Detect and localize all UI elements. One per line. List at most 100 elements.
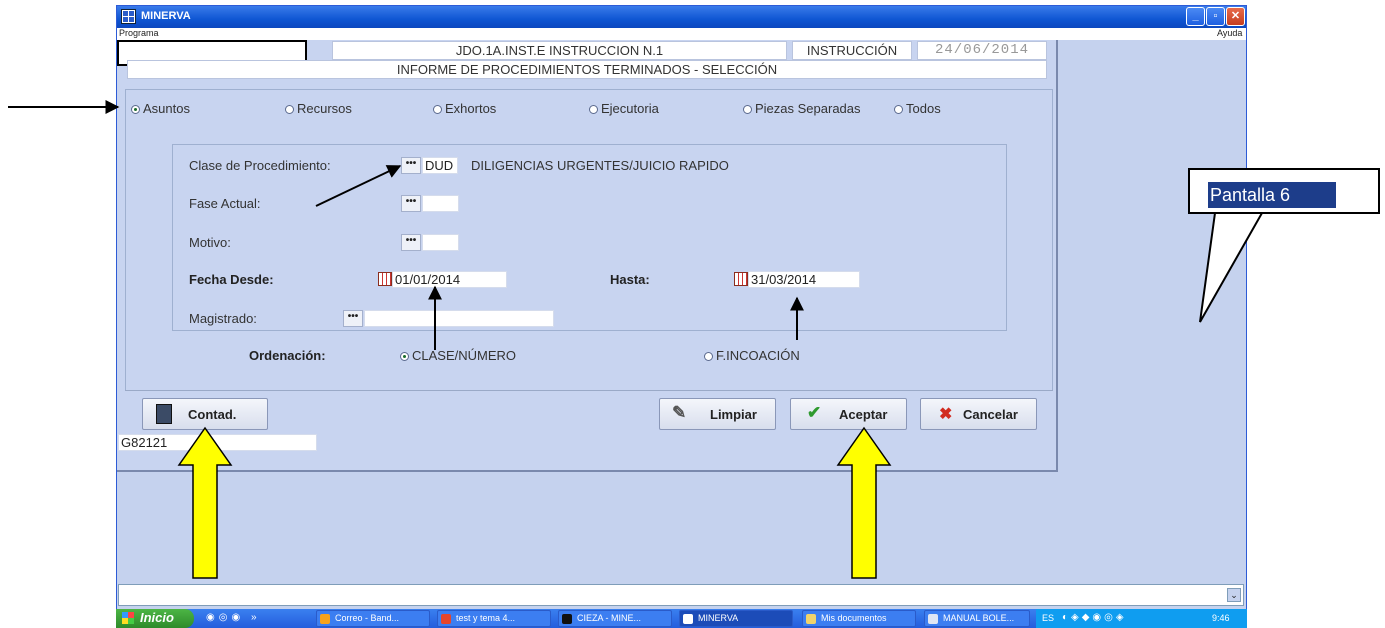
radio-dot	[400, 352, 409, 361]
menu-programa[interactable]: Programa	[119, 28, 159, 38]
task-test[interactable]: test y tema 4...	[437, 610, 551, 627]
radio-recursos[interactable]: Recursos	[285, 101, 352, 116]
report-title: INFORME DE PROCEDIMIENTOS TERMINADOS - S…	[127, 60, 1047, 79]
radio-ejecutoria-label: Ejecutoria	[601, 101, 659, 116]
clase-description: DILIGENCIAS URGENTES/JUICIO RAPIDO	[471, 158, 729, 173]
task-label: MANUAL BOLE...	[943, 613, 1015, 623]
close-button[interactable]: ✕	[1226, 7, 1245, 26]
radio-dot	[894, 105, 903, 114]
chevron-down-icon[interactable]: ⌄	[1227, 588, 1241, 602]
status-bar: ⌄	[118, 584, 1244, 606]
radio-dot	[704, 352, 713, 361]
task-label: test y tema 4...	[456, 613, 516, 623]
language-indicator[interactable]: ES	[1042, 613, 1054, 623]
calculator-icon	[156, 404, 172, 424]
quick-launch[interactable]: ◉◎◉ »	[206, 612, 266, 625]
radio-piezas-separadas[interactable]: Piezas Separadas	[743, 101, 861, 116]
cancel-x-icon: ✖	[939, 406, 953, 423]
clase-code-field[interactable]: DUD	[422, 157, 458, 174]
checkmark-icon: ✔	[807, 403, 822, 422]
windows-logo-icon	[122, 612, 134, 624]
radio-asuntos[interactable]: Asuntos	[131, 101, 190, 116]
limpiar-button[interactable]: ✎ Limpiar	[659, 398, 776, 430]
radio-dot	[131, 105, 140, 114]
radio-exhortos[interactable]: Exhortos	[433, 101, 496, 116]
minerva-window: MINERVA _ ▫ ✕ Programa Ayuda JDO.1A.INST…	[116, 5, 1247, 610]
limpiar-label: Limpiar	[710, 407, 757, 422]
task-label: Correo - Band...	[335, 613, 400, 623]
motivo-field[interactable]	[422, 234, 459, 251]
menu-ayuda[interactable]: Ayuda	[1217, 28, 1242, 38]
radio-exhortos-label: Exhortos	[445, 101, 497, 116]
mail-app-icon	[320, 614, 330, 624]
selection-dialog: JDO.1A.INST.E INSTRUCCION N.1 INSTRUCCIÓ…	[117, 40, 1058, 472]
minerva-app-icon	[121, 9, 136, 24]
system-tray: ES ◐◈◆◉◎◈ 9:46	[1036, 609, 1247, 628]
clase-lookup-button[interactable]: •••	[401, 157, 421, 174]
taskbar: Inicio ◉◎◉ » Correo - Band... test y tem…	[116, 609, 1247, 628]
broom-icon: ✎	[672, 403, 687, 422]
clase-label: Clase de Procedimiento:	[189, 158, 331, 173]
motivo-lookup-button[interactable]: •••	[401, 234, 421, 251]
document-icon	[928, 614, 938, 624]
cancelar-button[interactable]: ✖ Cancelar	[920, 398, 1037, 430]
user-code: G82121	[118, 434, 317, 451]
task-label: Mis documentos	[821, 613, 887, 623]
radio-dot	[589, 105, 598, 114]
radio-recursos-label: Recursos	[297, 101, 352, 116]
fase-lookup-button[interactable]: •••	[401, 195, 421, 212]
hasta-field[interactable]: 31/03/2014	[748, 271, 860, 288]
fecha-desde-label: Fecha Desde:	[189, 272, 274, 287]
title-bar[interactable]: MINERVA _ ▫ ✕	[117, 6, 1246, 28]
radio-dot	[743, 105, 752, 114]
task-label: CIEZA - MINE...	[577, 613, 642, 623]
aceptar-button[interactable]: ✔ Aceptar	[790, 398, 907, 430]
annotation-callout: Pantalla 6	[1188, 168, 1380, 214]
calendar-icon[interactable]	[734, 272, 748, 286]
task-minerva[interactable]: MINERVA	[679, 610, 793, 627]
folder-icon	[806, 614, 816, 624]
calendar-icon[interactable]	[378, 272, 392, 286]
radio-f-incoacion-label: F.INCOACIÓN	[716, 348, 800, 363]
radio-dot	[285, 105, 294, 114]
browser-icon	[441, 614, 451, 624]
cancelar-label: Cancelar	[963, 407, 1018, 422]
hasta-label: Hasta:	[610, 272, 650, 287]
radio-f-incoacion[interactable]: F.INCOACIÓN	[704, 348, 800, 363]
section-name: INSTRUCCIÓN	[792, 41, 912, 60]
header-date: 24/06/2014	[917, 41, 1047, 60]
fase-field[interactable]	[422, 195, 459, 212]
magistrado-field[interactable]	[364, 310, 554, 327]
court-name: JDO.1A.INST.E INSTRUCCION N.1	[332, 41, 787, 60]
task-cieza[interactable]: CIEZA - MINE...	[558, 610, 672, 627]
contad-button[interactable]: Contad.	[142, 398, 268, 430]
motivo-label: Motivo:	[189, 235, 231, 250]
fase-label: Fase Actual:	[189, 196, 261, 211]
contad-label: Contad.	[188, 407, 237, 422]
start-label: Inicio	[140, 610, 174, 625]
aceptar-label: Aceptar	[839, 407, 888, 422]
magistrado-lookup-button[interactable]: •••	[343, 310, 363, 327]
tray-icons[interactable]: ◐◈◆◉◎◈	[1062, 612, 1127, 623]
radio-asuntos-label: Asuntos	[143, 101, 190, 116]
task-manual[interactable]: MANUAL BOLE...	[924, 610, 1030, 627]
radio-ejecutoria[interactable]: Ejecutoria	[589, 101, 659, 116]
radio-todos[interactable]: Todos	[894, 101, 941, 116]
radio-clase-numero[interactable]: CLASE/NÚMERO	[400, 348, 516, 363]
start-button[interactable]: Inicio	[116, 609, 194, 628]
console-icon	[562, 614, 572, 624]
minerva-app-icon	[683, 614, 693, 624]
maximize-button[interactable]: ▫	[1206, 7, 1225, 26]
ordenacion-label: Ordenación:	[249, 348, 326, 363]
minimize-button[interactable]: _	[1186, 7, 1205, 26]
task-mis-documentos[interactable]: Mis documentos	[802, 610, 916, 627]
task-correo[interactable]: Correo - Band...	[316, 610, 430, 627]
divider	[125, 390, 1053, 391]
task-label: MINERVA	[698, 613, 739, 623]
window-title: MINERVA	[141, 10, 191, 22]
magistrado-label: Magistrado:	[189, 311, 257, 326]
menu-bar: Programa Ayuda	[117, 28, 1246, 40]
radio-piezas-label: Piezas Separadas	[755, 101, 861, 116]
radio-dot	[433, 105, 442, 114]
fecha-desde-field[interactable]: 01/01/2014	[392, 271, 507, 288]
